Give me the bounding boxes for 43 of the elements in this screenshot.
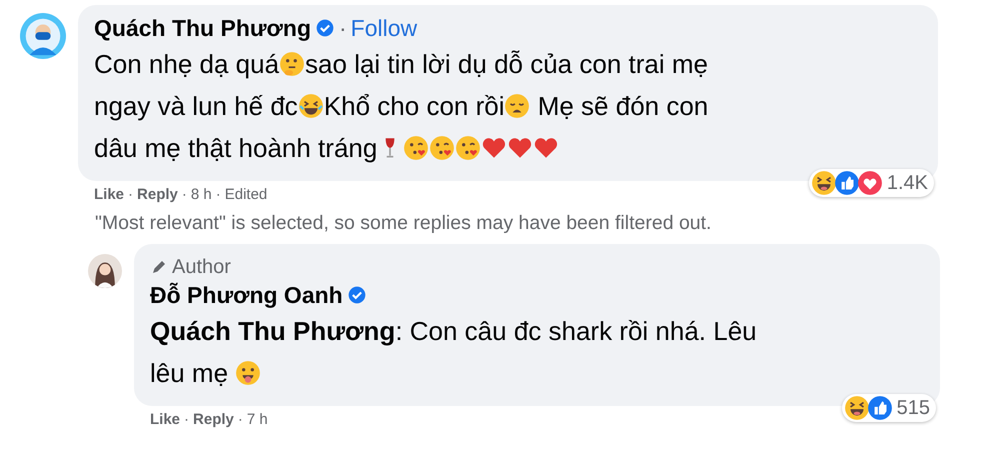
meta-text: Edited — [224, 185, 268, 205]
comment-text: dâu mẹ thật hoành tráng — [94, 132, 378, 165]
kissing-emoji-icon — [455, 135, 482, 161]
comment-text: Quách Thu Phương: Con câu đc shark rồi nhá. Lêu — [150, 315, 757, 348]
follow-link[interactable]: Follow — [350, 13, 418, 43]
thumbs-up-icon — [866, 395, 893, 421]
separator-dot: · — [216, 185, 221, 205]
reaction-summary[interactable]: 1.4K — [808, 169, 934, 197]
laughing-emoji-icon — [298, 93, 324, 119]
weary-emoji-icon — [504, 93, 530, 119]
kissing-emoji-icon — [429, 135, 456, 161]
comment-text: Con nhẹ dạ quá — [94, 48, 280, 81]
meta-text: 8 h — [190, 185, 212, 205]
tongue-emoji-icon — [235, 360, 262, 386]
author-label: Author — [172, 255, 231, 280]
action-link[interactable]: Like — [94, 185, 124, 205]
separator-dot: · — [339, 14, 347, 43]
separator-dot: · — [238, 410, 243, 430]
comment-text: ngay và lun hế đc — [94, 90, 298, 123]
haha-reaction-icon — [844, 395, 870, 421]
comment-text: lêu mẹ — [150, 357, 230, 390]
separator-dot: · — [182, 185, 187, 205]
author-name[interactable]: Đỗ Phương Oanh — [150, 280, 343, 310]
action-link[interactable]: Reply — [137, 185, 178, 205]
action-link[interactable]: Like — [150, 410, 180, 430]
reaction-count: 515 — [896, 396, 930, 421]
author-name[interactable]: Quách Thu Phương — [94, 13, 311, 43]
comment-text: Mẹ sẽ đón con — [536, 90, 708, 123]
meta-text: 7 h — [246, 410, 268, 430]
haha-reaction-icon — [810, 170, 837, 196]
action-link[interactable]: Reply — [193, 410, 234, 430]
thinking-emoji-icon — [279, 51, 306, 77]
reaction-summary[interactable]: 515 — [842, 394, 936, 422]
pencil-icon — [150, 258, 168, 276]
heart-reaction-icon — [856, 170, 883, 196]
separator-dot: · — [128, 185, 134, 205]
separator-dot: · — [184, 410, 190, 430]
filter-notice: "Most relevant" is selected, so some replies may have been filtered out. — [95, 211, 712, 235]
reaction-count: 1.4K — [886, 171, 928, 196]
comment-text: sao lại tin lời dụ dỗ của con trai mẹ — [305, 48, 708, 81]
thumbs-up-icon — [834, 170, 860, 196]
comment-text: Khổ cho con rồi — [324, 90, 504, 123]
kissing-emoji-icon — [403, 135, 430, 161]
